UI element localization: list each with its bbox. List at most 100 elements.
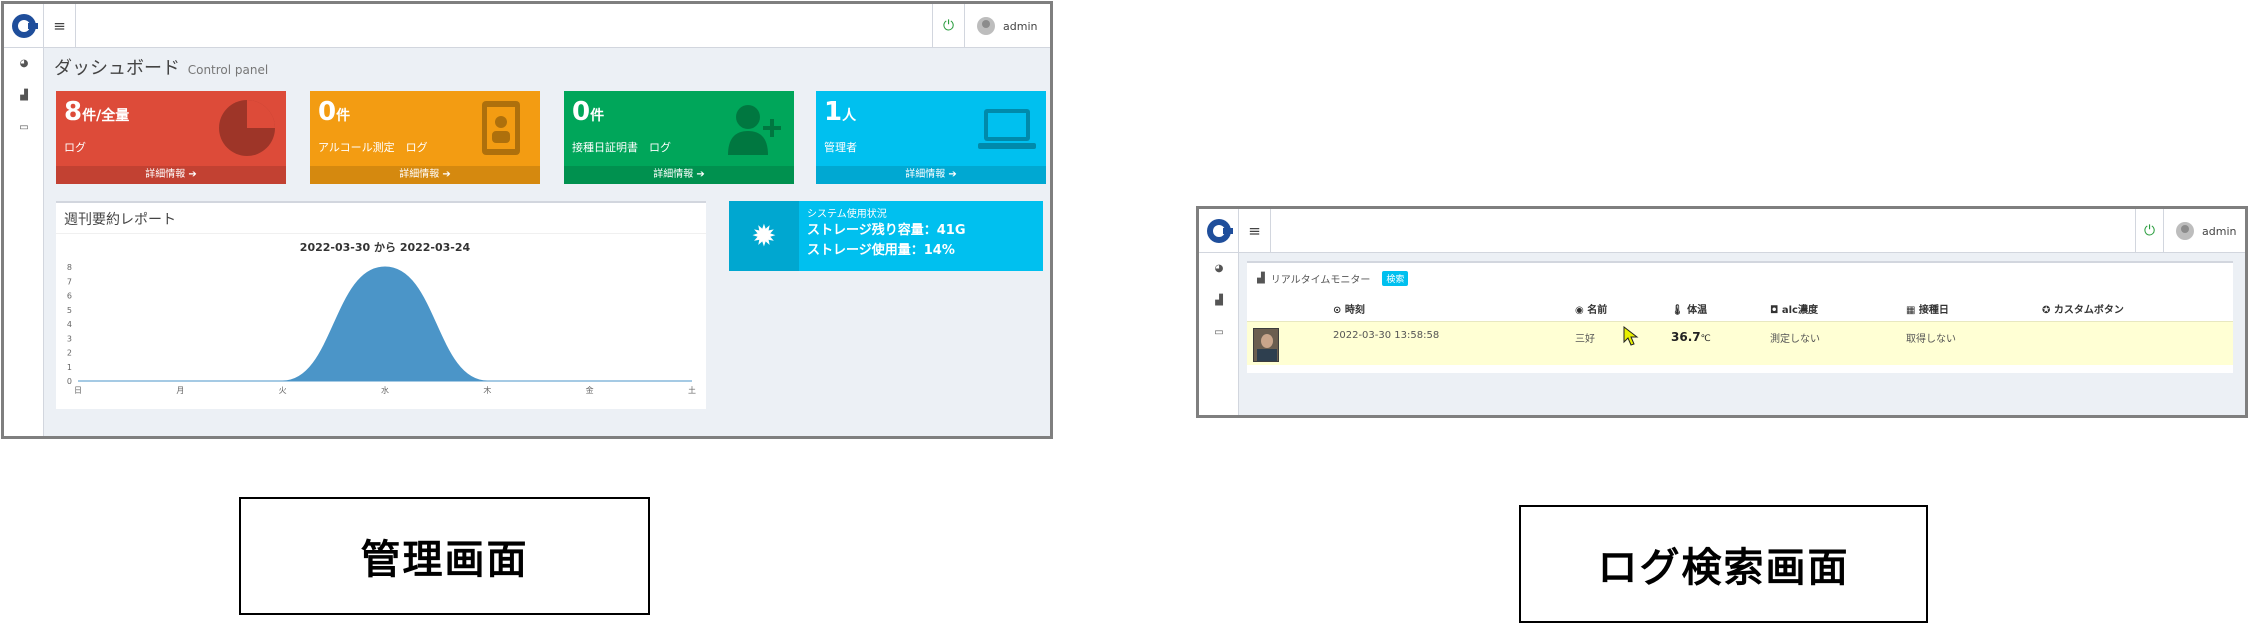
area-chart-icon: ▟ (1257, 273, 1265, 284)
user-menu[interactable]: admin (2163, 209, 2245, 253)
laptop-icon[interactable]: ▭ (4, 112, 44, 144)
alcohol-log-box: 0件 アルコール測定 ログ 詳細情報 ➔ (310, 91, 540, 184)
dashboard-screenshot: ≡ ⏻ admin ◕ ▟ ▭ ダッシュボード Control panel 8件… (1, 1, 1053, 439)
weekly-area-chart: 2022-03-30 から 2022-03-24 0 1 2 3 4 5 6 7 8 日 月 火 水 木 金 土 (67, 241, 696, 395)
realtime-monitor-panel: ▟ リアルタイムモニター 検索 ⊙ 時刻 ◉ 名前 🌡 体温 ◘ alc濃度 ▦… (1247, 261, 2233, 373)
weekly-report-panel: 週刊要約レポート 2022-03-30 から 2022-03-24 0 1 2 3 4 5 6… (56, 201, 706, 409)
page-title-text: ダッシュボード (54, 58, 180, 79)
y-tick-label: 1 (67, 363, 72, 372)
avatar (2176, 222, 2194, 240)
box-more-info-link[interactable]: 詳細情報 ➔ (564, 166, 794, 184)
temperature-value: 36.7 (1671, 330, 1701, 344)
area-chart-icon[interactable]: ▟ (1199, 285, 1239, 317)
user-name: admin (2202, 224, 2237, 238)
box-number-suffix: 件/全量 (82, 108, 130, 124)
box-more-info-link[interactable]: 詳細情報 ➔ (310, 166, 540, 184)
pie-chart-icon (219, 100, 275, 156)
y-tick-label: 6 (67, 292, 72, 301)
user-menu[interactable]: admin (964, 4, 1050, 48)
column-header-temperature[interactable]: 🌡 体温 (1671, 301, 1707, 316)
box-number-value: 0 (572, 97, 591, 127)
search-badge-button[interactable]: 検索 (1382, 271, 1409, 286)
hamburger-menu-button[interactable]: ≡ (1239, 209, 1271, 253)
user-name: admin (1003, 19, 1038, 33)
box-label: アルコール測定 ログ (318, 141, 428, 154)
laptop-icon[interactable]: ▭ (1199, 317, 1239, 349)
page-subtitle: Control panel (187, 63, 269, 77)
column-header-custom-button[interactable]: ✪ カスタムボタン (2042, 301, 2124, 316)
box-label: 接種日証明書 ログ (572, 141, 671, 154)
box-label: 管理者 (824, 141, 857, 154)
box-number-suffix: 件 (590, 108, 605, 124)
box-number: 1人 (824, 97, 856, 127)
x-tick-label: 木 (483, 385, 491, 395)
gear-icon: ✹ (729, 201, 799, 271)
y-tick-label: 0 (67, 377, 72, 386)
column-header-vaccination[interactable]: ▦ 接種日 (1906, 301, 1949, 316)
mouse-cursor-icon (1623, 326, 1639, 346)
user-plus-icon (728, 105, 781, 155)
box-number-suffix: 人 (842, 108, 857, 124)
column-header-alcohol[interactable]: ◘ alc濃度 (1770, 301, 1818, 316)
table-row[interactable]: 2022-03-30 13:58:58 三好 36.7℃ 測定しない 取得しない (1247, 321, 2233, 365)
report-title: 週刊要約レポート (64, 212, 176, 228)
box-label: ログ (64, 141, 86, 154)
face-photo-thumbnail[interactable] (1253, 328, 1279, 362)
column-header-time[interactable]: ⊙ 時刻 (1333, 301, 1365, 316)
y-tick-label: 4 (67, 320, 72, 329)
vaccination-log-box: 0件 接種日証明書 ログ 詳細情報 ➔ (564, 91, 794, 184)
y-tick-label: 3 (67, 334, 72, 343)
caption-text: ログ検索画面 (1597, 545, 1850, 591)
temperature-unit: ℃ (1700, 334, 1711, 344)
system-usage-box: ✹ システム使用状況 ストレージ残り容量：41G ストレージ使用量：14% (729, 201, 1043, 271)
x-tick-label: 水 (381, 385, 389, 395)
x-tick-label: 日 (74, 386, 82, 395)
admin-count-box: 1人 管理者 詳細情報 ➔ (816, 91, 1046, 184)
dashboard-icon[interactable]: ◕ (1199, 253, 1239, 285)
dashboard-icon[interactable]: ◕ (4, 48, 44, 80)
logo-icon (11, 14, 38, 38)
box-number-suffix: 件 (336, 108, 351, 124)
box-number-value: 8 (64, 97, 83, 127)
box-number-value: 1 (824, 97, 843, 127)
page-title: ダッシュボード Control panel (54, 54, 268, 80)
logo[interactable] (1199, 209, 1239, 253)
cell-name: 三好 (1575, 334, 1595, 345)
area-chart-icon[interactable]: ▟ (4, 80, 44, 112)
power-icon[interactable]: ⏻ (932, 4, 964, 48)
x-tick-label: 金 (586, 385, 594, 395)
panel-title-text: リアルタイムモニター (1270, 275, 1371, 286)
cell-temperature: 36.7℃ (1671, 330, 1711, 344)
column-header-name[interactable]: ◉ 名前 (1575, 301, 1607, 316)
x-tick-label: 火 (279, 386, 287, 395)
log-search-screen-caption: ログ検索画面 (1519, 505, 1928, 623)
avatar (977, 17, 995, 35)
y-tick-label: 2 (67, 349, 72, 358)
cell-alcohol: 測定しない (1770, 334, 1820, 345)
top-navbar: ≡ ⏻ admin (1199, 209, 2245, 253)
sidebar: ◕ ▟ ▭ (4, 48, 44, 436)
y-tick-label: 8 (67, 263, 72, 272)
x-tick-label: 土 (688, 385, 696, 395)
logo-icon (1206, 219, 1233, 243)
box-more-info-link[interactable]: 詳細情報 ➔ (816, 166, 1046, 184)
log-search-screenshot: ≡ ⏻ admin ◕ ▟ ▭ ▟ リアルタイムモニター 検索 ⊙ 時刻 ◉ 名… (1196, 206, 2248, 418)
log-count-box: 8件/全量 ログ 詳細情報 ➔ (56, 91, 286, 184)
box-number: 0件 (572, 97, 604, 127)
hamburger-menu-button[interactable]: ≡ (44, 4, 76, 48)
y-tick-label: 5 (67, 306, 72, 315)
power-icon[interactable]: ⏻ (2135, 209, 2163, 253)
box-more-info-link[interactable]: 詳細情報 ➔ (56, 166, 286, 184)
panel-title: ▟ リアルタイムモニター 検索 (1257, 271, 1409, 286)
chart-area-series (78, 266, 692, 382)
caption-text: 管理画面 (360, 537, 529, 583)
storage-usage: ストレージ使用量：14% (807, 243, 955, 258)
logo[interactable] (4, 4, 44, 48)
divider (56, 233, 706, 234)
y-tick-label: 7 (67, 277, 72, 286)
box-number: 0件 (318, 97, 350, 127)
cell-vaccination: 取得しない (1906, 334, 1956, 345)
id-badge-icon (482, 101, 520, 155)
sidebar: ◕ ▟ ▭ (1199, 253, 1239, 415)
chart-title: 2022-03-30 から 2022-03-24 (300, 241, 471, 254)
